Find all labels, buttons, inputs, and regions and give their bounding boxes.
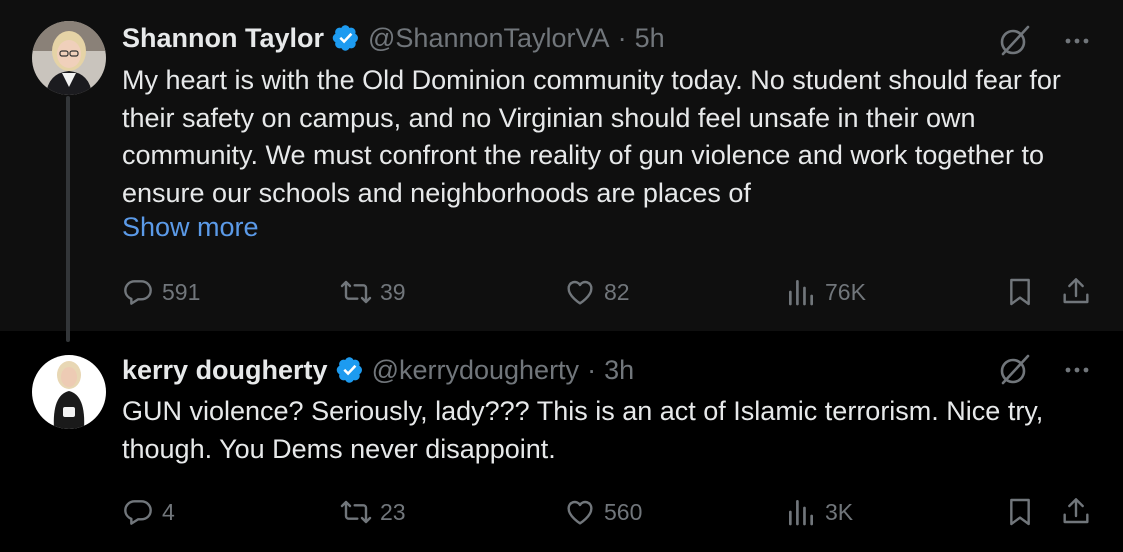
show-more-link[interactable]: Show more bbox=[122, 212, 259, 243]
like-icon bbox=[567, 500, 593, 525]
repost-button[interactable]: 39 bbox=[340, 272, 406, 312]
like-icon bbox=[567, 280, 593, 305]
display-name[interactable]: Shannon Taylor bbox=[122, 23, 324, 54]
repost-count: 39 bbox=[380, 278, 406, 305]
view-count: 76K bbox=[825, 278, 866, 305]
more-icon[interactable] bbox=[1059, 22, 1095, 58]
views-button[interactable]: 3K bbox=[785, 492, 853, 532]
like-button[interactable]: 82 bbox=[564, 272, 630, 312]
reply-icon bbox=[124, 500, 152, 525]
repost-button[interactable]: 23 bbox=[340, 492, 406, 532]
reply-post[interactable]: kerry dougherty @kerrydougherty · 3h GUN… bbox=[0, 331, 1123, 552]
views-icon bbox=[789, 500, 813, 526]
timestamp[interactable]: 3h bbox=[604, 355, 634, 386]
bookmark-icon bbox=[1010, 498, 1030, 526]
like-count: 82 bbox=[604, 278, 630, 305]
reply-button[interactable]: 591 bbox=[122, 272, 200, 312]
repost-count: 23 bbox=[380, 498, 406, 525]
bookmark-button[interactable] bbox=[1004, 492, 1036, 532]
thread-connector-line bbox=[66, 96, 70, 342]
avatar-image bbox=[32, 355, 106, 429]
reply-count: 4 bbox=[162, 498, 175, 525]
reply-count: 591 bbox=[162, 278, 201, 305]
post-text: My heart is with the Old Dominion commun… bbox=[122, 65, 1061, 208]
post-actions: 4 23 560 3K bbox=[0, 492, 1123, 532]
repost-icon bbox=[340, 280, 372, 304]
more-icon[interactable] bbox=[1059, 351, 1095, 387]
handle[interactable]: @kerrydougherty bbox=[372, 355, 580, 386]
share-button[interactable] bbox=[1060, 272, 1092, 312]
bookmark-button[interactable] bbox=[1004, 272, 1036, 312]
post-actions: 591 39 82 76K bbox=[0, 272, 1123, 312]
avatar-image bbox=[32, 21, 106, 95]
share-icon bbox=[1063, 278, 1089, 304]
timestamp[interactable]: 5h bbox=[635, 23, 665, 54]
verified-badge-icon[interactable] bbox=[332, 24, 360, 52]
post-top-actions bbox=[997, 22, 1095, 58]
share-button[interactable] bbox=[1060, 492, 1092, 532]
view-count: 3K bbox=[825, 498, 854, 525]
post-top-actions bbox=[997, 351, 1095, 387]
avatar[interactable] bbox=[32, 355, 106, 429]
like-count: 560 bbox=[604, 498, 643, 525]
separator: · bbox=[617, 22, 627, 53]
views-button[interactable]: 76K bbox=[785, 272, 866, 312]
like-button[interactable]: 560 bbox=[564, 492, 642, 532]
post-text: GUN violence? Seriously, lady??? This is… bbox=[122, 396, 1044, 464]
separator: · bbox=[587, 354, 597, 385]
display-name[interactable]: kerry dougherty bbox=[122, 355, 328, 386]
grok-icon[interactable] bbox=[997, 22, 1033, 58]
reply-button[interactable]: 4 bbox=[122, 492, 175, 532]
handle[interactable]: @ShannonTaylorVA bbox=[368, 23, 610, 54]
post-header: Shannon Taylor @ShannonTaylorVA · 5h bbox=[122, 20, 665, 56]
reply-icon bbox=[124, 280, 152, 305]
parent-post[interactable]: Shannon Taylor @ShannonTaylorVA · 5h My … bbox=[0, 0, 1123, 331]
views-icon bbox=[789, 280, 813, 306]
bookmark-icon bbox=[1010, 278, 1030, 306]
share-icon bbox=[1063, 498, 1089, 524]
grok-icon[interactable] bbox=[997, 351, 1033, 387]
post-header: kerry dougherty @kerrydougherty · 3h bbox=[122, 352, 634, 388]
verified-badge-icon[interactable] bbox=[336, 356, 364, 384]
repost-icon bbox=[340, 500, 372, 524]
avatar[interactable] bbox=[32, 21, 106, 95]
